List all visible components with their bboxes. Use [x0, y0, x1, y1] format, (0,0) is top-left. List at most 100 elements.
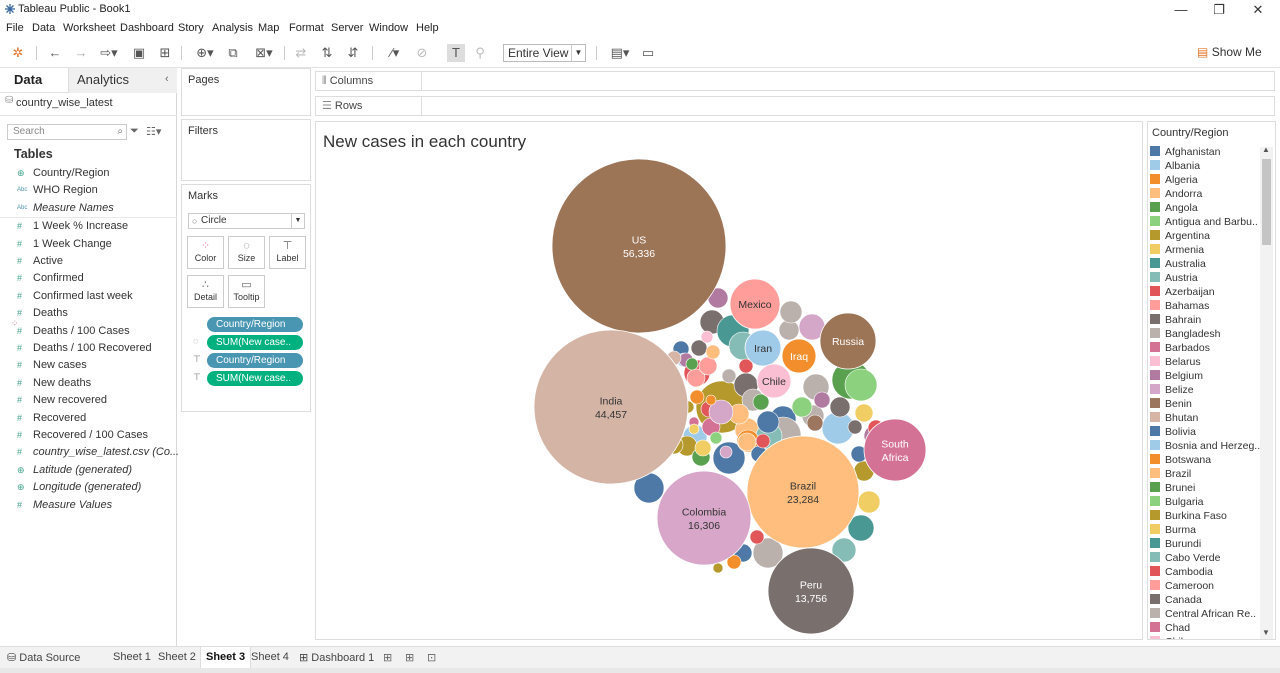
legend-item[interactable]: Belize: [1150, 384, 1260, 398]
bubble[interactable]: [705, 394, 717, 406]
bubble[interactable]: [689, 389, 705, 405]
menu-analysis[interactable]: Analysis: [212, 22, 253, 34]
legend-item[interactable]: Azerbaijan: [1150, 286, 1260, 300]
legend-item[interactable]: Barbados: [1150, 342, 1260, 356]
replay-icon[interactable]: ⇨▾: [96, 44, 122, 62]
swap-icon[interactable]: ⇄: [293, 44, 309, 62]
legend-item[interactable]: Angola: [1150, 202, 1260, 216]
bubble[interactable]: [844, 368, 878, 402]
detail-button[interactable]: ∴ Detail: [187, 275, 224, 308]
show-labels-icon[interactable]: T: [447, 44, 465, 62]
legend-item[interactable]: Afghanistan: [1150, 146, 1260, 160]
menu-help[interactable]: Help: [416, 22, 439, 34]
bubble[interactable]: [700, 330, 714, 344]
field-search-input[interactable]: Search ⌕: [7, 124, 127, 140]
fix-axes-icon[interactable]: ⚲: [472, 44, 488, 62]
tab-sheet-4[interactable]: Sheet 4: [246, 647, 294, 668]
field-item[interactable]: Confirmed: [33, 272, 84, 284]
legend-item[interactable]: Burma: [1150, 524, 1260, 538]
scroll-down-icon[interactable]: ▼: [1262, 628, 1270, 637]
legend-item[interactable]: Bhutan: [1150, 412, 1260, 426]
bubble[interactable]: [709, 431, 723, 445]
menu-file[interactable]: File: [6, 22, 24, 34]
field-item[interactable]: Recovered / 100 Cases: [33, 429, 148, 441]
field-item[interactable]: New cases: [33, 359, 87, 371]
field-item[interactable]: Country/Region: [33, 167, 109, 179]
bubble[interactable]: [854, 403, 874, 423]
legend-item[interactable]: Cabo Verde: [1150, 552, 1260, 566]
bubble[interactable]: [721, 368, 737, 384]
field-item[interactable]: Measure Values: [33, 499, 112, 511]
bubble[interactable]: [813, 391, 831, 409]
sort-descending-icon[interactable]: ⇵: [345, 44, 361, 62]
bubble[interactable]: [779, 300, 803, 324]
pill-color-country[interactable]: Country/Region: [207, 317, 303, 332]
menu-worksheet[interactable]: Worksheet: [63, 22, 115, 34]
legend-item[interactable]: Australia: [1150, 258, 1260, 272]
bubble[interactable]: [791, 396, 813, 418]
filters-card[interactable]: Filters: [181, 119, 311, 181]
bubble[interactable]: [712, 562, 724, 574]
legend-item[interactable]: Andorra: [1150, 188, 1260, 202]
legend-item[interactable]: Chad: [1150, 622, 1260, 636]
legend-item[interactable]: Benin: [1150, 398, 1260, 412]
bubble[interactable]: [806, 414, 824, 432]
undo-icon[interactable]: ←: [46, 44, 64, 62]
legend-item[interactable]: Chile: [1150, 636, 1260, 639]
mark-type-select[interactable]: ○ Circle ▼: [188, 213, 305, 229]
legend-item[interactable]: Armenia: [1150, 244, 1260, 258]
legend-item[interactable]: Bangladesh: [1150, 328, 1260, 342]
menu-server[interactable]: Server: [331, 22, 363, 34]
field-item[interactable]: New deaths: [33, 377, 91, 389]
tab-sheet-2[interactable]: Sheet 2: [153, 647, 201, 668]
new-worksheet-icon[interactable]: ⊕▾: [191, 44, 219, 62]
legend-item[interactable]: Bahamas: [1150, 300, 1260, 314]
legend-item[interactable]: Canada: [1150, 594, 1260, 608]
presentation-mode-icon[interactable]: ▭: [640, 44, 656, 62]
minimize-button[interactable]: —: [1161, 1, 1201, 19]
legend-item[interactable]: Bulgaria: [1150, 496, 1260, 510]
legend-item[interactable]: Brazil: [1150, 468, 1260, 482]
legend-item[interactable]: Central African Re..: [1150, 608, 1260, 622]
pages-card[interactable]: Pages: [181, 68, 311, 116]
field-item[interactable]: Deaths / 100 Cases: [33, 325, 130, 337]
bubble[interactable]: [749, 529, 765, 545]
legend-item[interactable]: Bolivia: [1150, 426, 1260, 440]
menu-dashboard[interactable]: Dashboard: [120, 22, 174, 34]
scroll-thumb[interactable]: [1262, 159, 1271, 245]
legend-item[interactable]: Argentina: [1150, 230, 1260, 244]
new-dashboard-tab-icon[interactable]: ⊞: [400, 647, 419, 668]
field-item[interactable]: Recovered: [33, 412, 86, 424]
bubble[interactable]: [698, 356, 718, 376]
legend-item[interactable]: Antigua and Barbu..: [1150, 216, 1260, 230]
legend-item[interactable]: Cambodia: [1150, 566, 1260, 580]
tab-data[interactable]: Data: [14, 72, 42, 87]
legend-item[interactable]: Cameroon: [1150, 580, 1260, 594]
save-icon[interactable]: ▣: [131, 44, 147, 62]
field-item[interactable]: WHO Region: [33, 184, 98, 196]
bubble-chart[interactable]: US 56,336 India 44,457 Brazil 23,284 Colombia 1…: [316, 122, 1142, 639]
menu-format[interactable]: Format: [289, 22, 324, 34]
field-item[interactable]: Measure Names: [33, 202, 114, 214]
bubble[interactable]: [685, 357, 699, 371]
field-item[interactable]: New recovered: [33, 394, 107, 406]
tableau-home-icon[interactable]: ✲: [10, 44, 26, 62]
show-me-button[interactable]: ▤ Show Me: [1197, 45, 1262, 59]
sort-ascending-icon[interactable]: ⇅: [319, 44, 335, 62]
menu-window[interactable]: Window: [369, 22, 408, 34]
legend-item[interactable]: Austria: [1150, 272, 1260, 286]
field-item[interactable]: Deaths: [33, 307, 68, 319]
bubble[interactable]: [847, 419, 863, 435]
collapse-pane-icon[interactable]: ‹: [165, 73, 169, 85]
legend-item[interactable]: Botswana: [1150, 454, 1260, 468]
close-button[interactable]: ✕: [1238, 1, 1278, 19]
field-item[interactable]: Active: [33, 255, 63, 267]
legend-item[interactable]: Belarus: [1150, 356, 1260, 370]
new-story-tab-icon[interactable]: ⊡: [422, 647, 441, 668]
bubble[interactable]: [829, 396, 851, 418]
maximize-button[interactable]: ❐: [1199, 1, 1239, 19]
legend-item[interactable]: Belgium: [1150, 370, 1260, 384]
datasource-name[interactable]: country_wise_latest: [16, 97, 113, 109]
tab-data-source[interactable]: ⛁ Data Source: [2, 647, 85, 668]
tab-dashboard-1[interactable]: ⊞ Dashboard 1: [294, 647, 379, 668]
